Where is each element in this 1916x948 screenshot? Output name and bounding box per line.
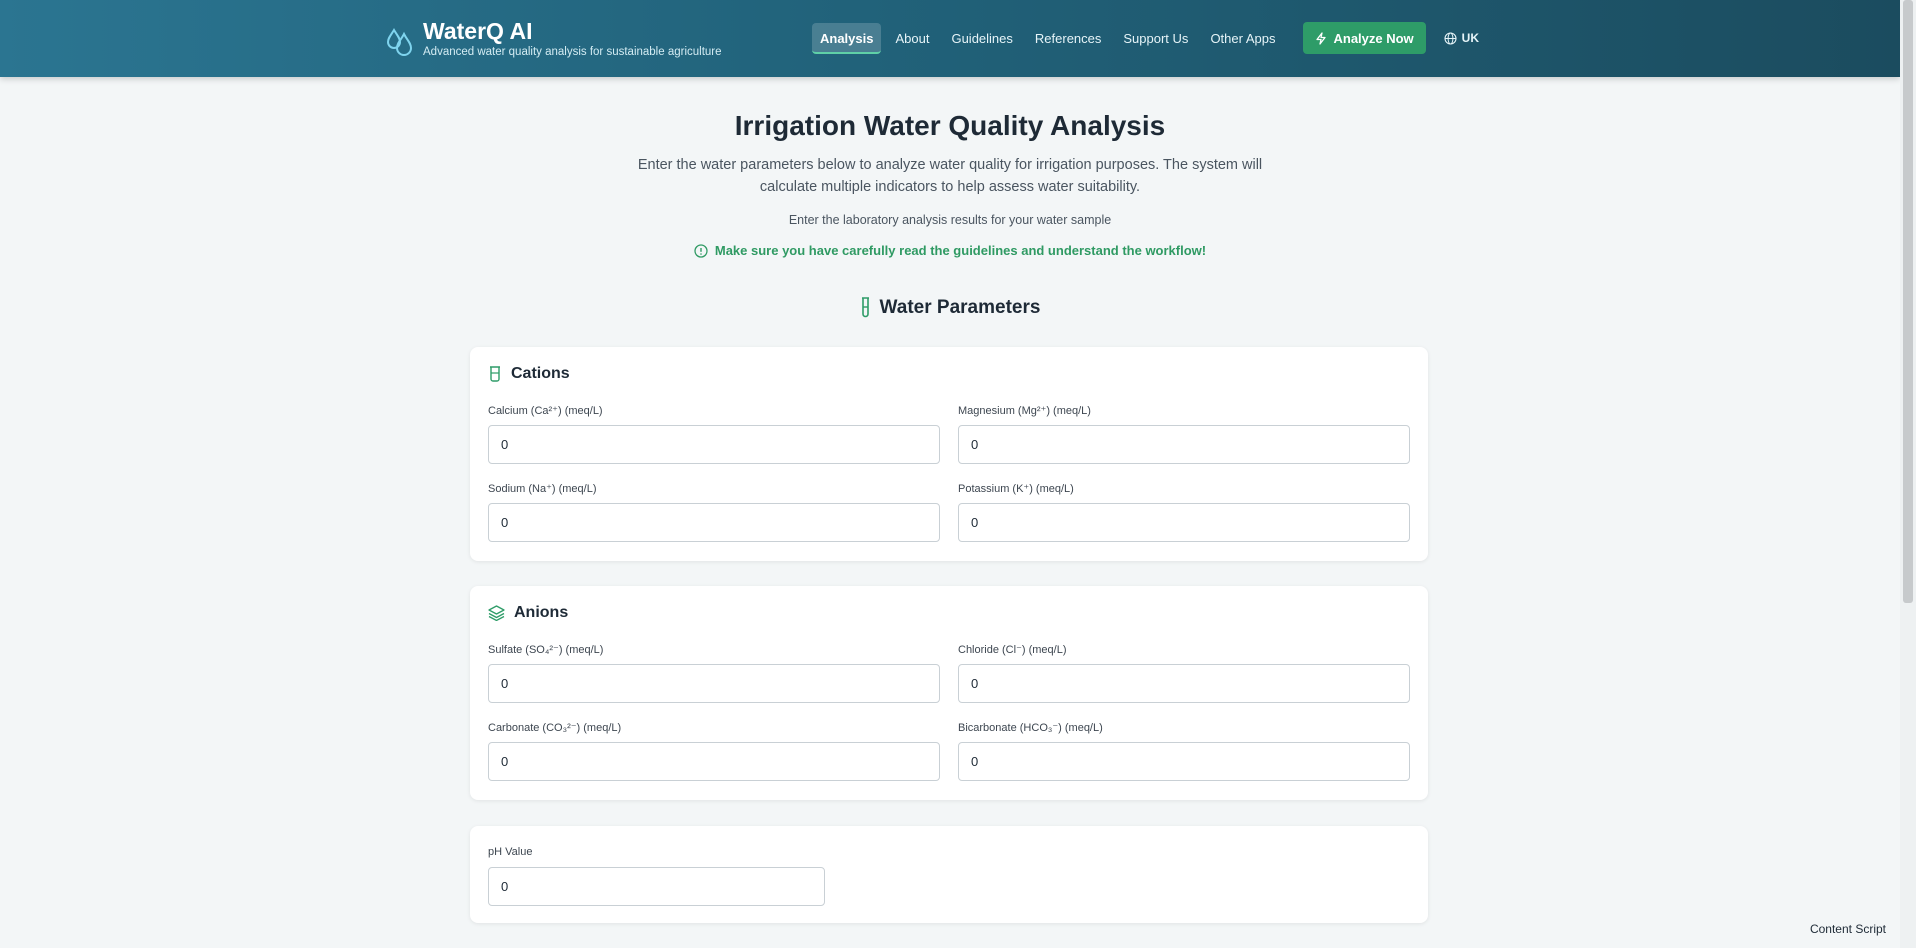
nav-item-support-us[interactable]: Support Us [1115, 23, 1196, 54]
lightning-icon [1316, 31, 1327, 45]
guidelines-warning: Make sure you have carefully read the gu… [0, 243, 1900, 258]
main-nav: Analysis About Guidelines References Sup… [812, 22, 1479, 54]
carbonate-input[interactable]: 0 [488, 742, 940, 781]
carbonate-label: Carbonate (CO₃²⁻) (meq/L) [488, 722, 622, 734]
page-scrollbar[interactable] [1900, 0, 1916, 948]
anions-card: Anions Sulfate (SO₄²⁻) (meq/L) 0 Chlorid… [470, 586, 1428, 800]
chloride-input[interactable]: 0 [958, 664, 1410, 703]
test-tube-icon [861, 297, 869, 318]
nav-item-guidelines[interactable]: Guidelines [943, 23, 1020, 54]
calcium-field: Calcium (Ca²⁺) (meq/L) 0 [488, 404, 940, 464]
sulfate-field: Sulfate (SO₄²⁻) (meq/L) 0 [488, 643, 940, 703]
brand[interactable]: WaterQ AI Advanced water quality analysi… [385, 18, 722, 58]
chloride-label: Chloride (Cl⁻) (meq/L) [958, 644, 1067, 656]
water-drops-icon [386, 28, 413, 56]
ph-input[interactable]: 0 [488, 867, 825, 906]
cations-title: Cations [488, 365, 570, 383]
warning-text: Make sure you have carefully read the gu… [714, 243, 1207, 258]
anions-title: Anions [488, 604, 568, 622]
bicarbonate-label: Bicarbonate (HCO₃⁻) (meq/L) [958, 722, 1103, 734]
page-title: Irrigation Water Quality Analysis [734, 110, 1166, 141]
analyze-now-button[interactable]: Analyze Now [1303, 22, 1426, 54]
globe-icon [1444, 31, 1457, 45]
nav-item-other-apps[interactable]: Other Apps [1202, 23, 1283, 54]
nav-item-about[interactable]: About [887, 23, 937, 54]
bicarbonate-field: Bicarbonate (HCO₃⁻) (meq/L) 0 [958, 721, 1410, 781]
layers-icon [488, 605, 505, 621]
anions-title-text: Anions [514, 604, 569, 621]
ph-field: pH Value 0 [488, 846, 825, 906]
magnesium-field: Magnesium (Mg²⁺) (meq/L) 0 [958, 404, 1410, 464]
analyze-now-label: Analyze Now [1333, 30, 1414, 46]
page-description: Enter the water parameters below to anal… [637, 157, 1263, 195]
magnesium-label: Magnesium (Mg²⁺) (meq/L) [958, 405, 1091, 417]
ph-label: pH Value [488, 846, 533, 858]
section-title: Water Parameters [879, 297, 1041, 318]
water-parameters-heading: Water Parameters [0, 297, 1900, 319]
brand-title: WaterQ AI [423, 18, 533, 44]
page-subtitle: Enter the laboratory analysis results fo… [788, 213, 1112, 227]
sulfate-input[interactable]: 0 [488, 664, 940, 703]
sodium-label: Sodium (Na⁺) (meq/L) [488, 483, 597, 495]
chloride-field: Chloride (Cl⁻) (meq/L) 0 [958, 643, 1410, 703]
sodium-field: Sodium (Na⁺) (meq/L) 0 [488, 482, 940, 542]
beaker-icon [490, 366, 500, 382]
nav-item-analysis[interactable]: Analysis [812, 22, 882, 54]
content-script-label: Content Script [1809, 922, 1886, 936]
sulfate-label: Sulfate (SO₄²⁻) (meq/L) [488, 644, 604, 656]
brand-subtitle: Advanced water quality analysis for sust… [423, 46, 722, 58]
app-header: WaterQ AI Advanced water quality analysi… [0, 0, 1900, 77]
magnesium-input[interactable]: 0 [958, 425, 1410, 464]
cations-title-text: Cations [511, 365, 570, 382]
cations-card: Cations Calcium (Ca²⁺) (meq/L) 0 Magnesi… [470, 347, 1428, 561]
calcium-label: Calcium (Ca²⁺) (meq/L) [488, 405, 603, 417]
potassium-field: Potassium (K⁺) (meq/L) 0 [958, 482, 1410, 542]
scrollbar-thumb[interactable] [1903, 0, 1913, 603]
info-circle-icon [694, 243, 708, 258]
potassium-label: Potassium (K⁺) (meq/L) [958, 483, 1074, 495]
language-label: UK [1461, 31, 1480, 45]
carbonate-field: Carbonate (CO₃²⁻) (meq/L) 0 [488, 721, 940, 781]
potassium-input[interactable]: 0 [958, 503, 1410, 542]
bicarbonate-input[interactable]: 0 [958, 742, 1410, 781]
sodium-input[interactable]: 0 [488, 503, 940, 542]
calcium-input[interactable]: 0 [488, 425, 940, 464]
language-selector[interactable]: UK [1444, 31, 1479, 45]
ph-card: pH Value 0 [470, 826, 1428, 923]
nav-item-references[interactable]: References [1027, 23, 1109, 54]
